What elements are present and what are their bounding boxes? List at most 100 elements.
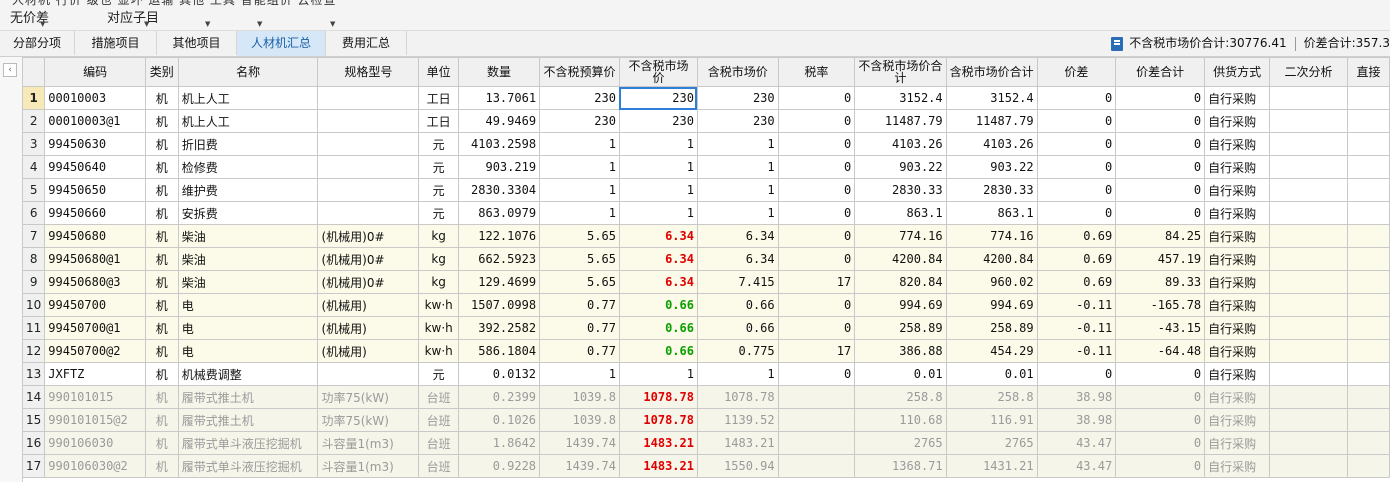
cell-mkt[interactable]: 0.66 — [618, 316, 698, 340]
cell-diff[interactable]: 0 — [1036, 132, 1117, 156]
cell-name[interactable]: 柴油 — [177, 247, 319, 271]
column-header[interactable]: 不含税市场价合计 — [854, 57, 947, 87]
cell-empty[interactable] — [1269, 270, 1348, 294]
cell-empty[interactable] — [1269, 293, 1348, 317]
cell-name[interactable]: 检修费 — [177, 155, 319, 179]
cell-rate[interactable]: 0 — [777, 316, 856, 340]
cell-taxmkt[interactable]: 0.775 — [696, 339, 779, 363]
table-row[interactable]: 8 99450680@1 机柴油 (机械用)0# kg 662.5923 5.65 6.34 6… — [21, 247, 1390, 271]
cell-rate[interactable]: 0 — [777, 109, 856, 133]
cell-supply[interactable]: 自行采购 — [1204, 270, 1271, 294]
cell-supply[interactable]: 自行采购 — [1204, 339, 1271, 363]
cell-unit[interactable]: 台班 — [418, 431, 459, 455]
column-header[interactable]: 名称 — [177, 57, 319, 87]
table-row[interactable]: 12 99450700@2 机电 (机械用) kw·h 586.1804 0.77 0.66 0… — [21, 339, 1390, 363]
cell-mkt[interactable]: 1078.78 — [618, 385, 698, 409]
cell-code[interactable]: 00010003@1 — [44, 109, 146, 133]
cell-cat[interactable]: 机 — [144, 109, 179, 133]
cell-cat[interactable]: 机 — [144, 431, 179, 455]
chevron-down-icon[interactable]: ▼ — [144, 20, 149, 28]
cell-diff[interactable]: 43.47 — [1036, 454, 1117, 478]
cell-code[interactable]: 99450700 — [44, 293, 146, 317]
cell-name[interactable]: 柴油 — [177, 270, 319, 294]
cell-supply[interactable]: 自行采购 — [1204, 155, 1271, 179]
cell-name[interactable]: 电 — [177, 339, 319, 363]
cell-empty[interactable] — [1269, 132, 1348, 156]
cell-supply[interactable]: 自行采购 — [1204, 224, 1271, 248]
cell-mkt[interactable]: 1483.21 — [618, 454, 698, 478]
cell-cat[interactable]: 机 — [144, 362, 179, 386]
cell-rate[interactable]: 0 — [777, 155, 856, 179]
cell-empty[interactable] — [1346, 431, 1390, 455]
cell-diff[interactable]: 0.69 — [1036, 270, 1117, 294]
cell-sum1[interactable]: 3152.4 — [854, 86, 947, 110]
cell-qty[interactable]: 863.0979 — [457, 201, 541, 225]
cell-taxmkt[interactable]: 1 — [696, 201, 779, 225]
collapse-left-icon[interactable]: ‹ — [3, 63, 17, 77]
cell-mkt[interactable]: 6.34 — [618, 270, 698, 294]
column-header[interactable]: 单位 — [418, 57, 459, 87]
column-header[interactable]: 直接 — [1346, 57, 1390, 87]
cell-taxmkt[interactable]: 6.34 — [696, 224, 779, 248]
cell-name[interactable]: 维护费 — [177, 178, 319, 202]
cell-qty[interactable]: 13.7061 — [457, 86, 541, 110]
cell-sum1[interactable]: 4103.26 — [854, 132, 947, 156]
cell-spec[interactable] — [317, 155, 420, 179]
cell-sum2[interactable]: 863.1 — [945, 201, 1038, 225]
cell-unit[interactable]: 工日 — [418, 109, 459, 133]
cell-mkt[interactable]: 0.66 — [618, 293, 698, 317]
cell-empty[interactable] — [1346, 339, 1390, 363]
cell-diffsum[interactable]: 0 — [1115, 362, 1206, 386]
cell-cat[interactable]: 机 — [144, 155, 179, 179]
cell-sum2[interactable]: 1431.21 — [945, 454, 1038, 478]
table-row[interactable]: 13 JXFTZ 机机械费调整元 0.0132 1 1 1 0 0.01 0.01 0 0 自行采购 — [21, 362, 1390, 386]
column-header[interactable]: 类别 — [144, 57, 179, 87]
cell-rate[interactable]: 0 — [777, 178, 856, 202]
cell-unit[interactable]: kw·h — [418, 293, 459, 317]
cell-taxmkt[interactable]: 0.66 — [696, 316, 779, 340]
cell-code[interactable]: 990101015 — [44, 385, 146, 409]
cell-code[interactable]: 00010003 — [44, 86, 146, 110]
cell-rate[interactable] — [777, 385, 856, 409]
cell-code[interactable]: 99450640 — [44, 155, 146, 179]
cell-cat[interactable]: 机 — [144, 408, 179, 432]
table-row[interactable]: 10 99450700 机电 (机械用) kw·h 1507.0998 0.77 0.66 0.… — [21, 293, 1390, 317]
cell-taxmkt[interactable]: 230 — [696, 109, 779, 133]
cell-budget[interactable]: 1439.74 — [539, 454, 620, 478]
cell-name[interactable]: 电 — [177, 316, 319, 340]
cell-empty[interactable] — [1346, 316, 1390, 340]
cell-unit[interactable]: kg — [418, 247, 459, 271]
cell-budget[interactable]: 5.65 — [539, 247, 620, 271]
cell-rate[interactable]: 0 — [777, 247, 856, 271]
cell-cat[interactable]: 机 — [144, 385, 179, 409]
cell-supply[interactable]: 自行采购 — [1204, 362, 1271, 386]
chevron-down-icon[interactable]: ▼ — [205, 20, 210, 28]
cell-spec[interactable] — [317, 132, 420, 156]
tab-fee-summary[interactable]: 费用汇总 — [326, 31, 407, 55]
cell-empty[interactable] — [1269, 316, 1348, 340]
cell-sum2[interactable]: 3152.4 — [945, 86, 1038, 110]
cell-empty[interactable] — [1269, 247, 1348, 271]
cell-code[interactable]: 99450700@2 — [44, 339, 146, 363]
cell-diffsum[interactable]: 0 — [1115, 155, 1206, 179]
cell-supply[interactable]: 自行采购 — [1204, 109, 1271, 133]
chevron-down-icon[interactable]: ▼ — [330, 20, 335, 28]
cell-sum2[interactable]: 116.91 — [945, 408, 1038, 432]
cell-unit[interactable]: kg — [418, 224, 459, 248]
cell-qty[interactable]: 1507.0998 — [457, 293, 541, 317]
cell-code[interactable]: 99450700@1 — [44, 316, 146, 340]
cell-spec[interactable] — [317, 362, 420, 386]
cell-cat[interactable]: 机 — [144, 247, 179, 271]
cell-spec[interactable] — [317, 86, 420, 110]
cell-unit[interactable]: 元 — [418, 362, 459, 386]
cell-qty[interactable]: 0.2399 — [457, 385, 541, 409]
cell-diff[interactable]: 0 — [1036, 109, 1117, 133]
cell-mkt[interactable]: 1078.78 — [618, 408, 698, 432]
cell-code[interactable]: 99450630 — [44, 132, 146, 156]
cell-diff[interactable]: 0 — [1036, 155, 1117, 179]
cell-spec[interactable]: 功率75(kW) — [317, 408, 420, 432]
cell-taxmkt[interactable]: 0.66 — [696, 293, 779, 317]
cell-sum2[interactable]: 0.01 — [945, 362, 1038, 386]
cell-sum1[interactable]: 386.88 — [854, 339, 947, 363]
cell-mkt[interactable]: 6.34 — [618, 247, 698, 271]
